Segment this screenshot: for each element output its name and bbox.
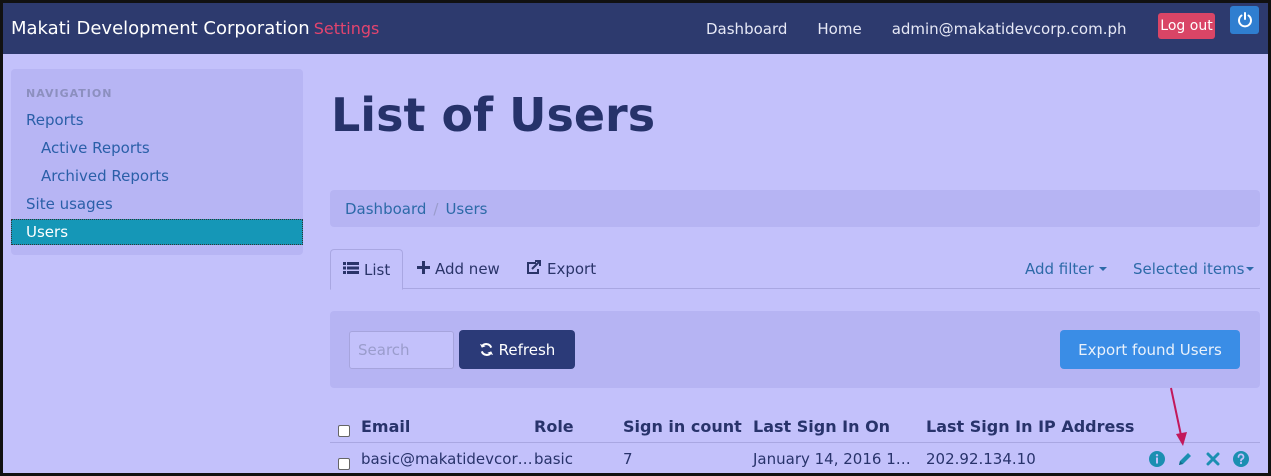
caret-down-icon [1098,267,1107,271]
selected-items-dropdown[interactable]: Selected items [1133,249,1254,289]
brand-subtitle: Settings [313,19,380,38]
column-header-email[interactable]: Email [361,417,410,436]
breadcrumb-users[interactable]: Users [445,200,487,218]
filter-bar: Refresh Export found Users [330,311,1260,388]
search-input[interactable] [349,331,454,369]
column-header-sign-in-count[interactable]: Sign in count [623,417,742,436]
cell-role: basic [534,450,573,468]
breadcrumb: Dashboard / Users [330,190,1260,227]
row-actions [1148,450,1250,468]
user-email-link[interactable]: admin@makatidevcorp.com.ph [892,20,1127,38]
page-title: List of Users [331,88,656,142]
breadcrumb-dashboard[interactable]: Dashboard [345,200,426,218]
table-header: Email Role Sign in count Last Sign In On… [330,413,1260,443]
info-icon[interactable] [1148,450,1166,468]
refresh-label: Refresh [498,340,556,359]
export-found-users-button[interactable]: Export found Users [1060,330,1240,369]
edit-pencil-icon[interactable] [1176,450,1194,468]
tab-add-new-label: Add new [435,260,500,278]
cell-last-sign-in-on: January 14, 2016 1… [753,450,911,468]
column-header-ip-address[interactable]: Last Sign In IP Address [926,417,1134,436]
top-navbar: Makati Development Corporation Settings D… [3,3,1268,54]
sidebar: NAVIGATION Reports Active Reports Archiv… [11,69,303,255]
column-header-role[interactable]: Role [534,417,574,436]
help-question-icon[interactable] [1232,450,1250,468]
export-icon [526,259,542,279]
cell-sign-in-count: 7 [623,450,633,468]
tab-list-label: List [364,260,391,279]
cell-email[interactable]: basic@makatidevcor… [361,450,533,468]
sidebar-item-users[interactable]: Users [11,219,303,245]
sidebar-item-reports[interactable]: Reports [26,111,84,129]
add-filter-dropdown[interactable]: Add filter [1025,249,1107,289]
top-nav: Dashboard Home admin@makatidevcorp.com.p… [706,3,1157,54]
cell-ip-address: 202.92.134.10 [926,450,1036,468]
sidebar-item-site-usages[interactable]: Site usages [26,195,113,213]
nav-home-link[interactable]: Home [817,20,861,38]
tab-add-new[interactable]: Add new [417,249,500,289]
tabs: List Add new Export Add filter Selected … [330,249,1260,290]
breadcrumb-separator: / [433,199,439,218]
nav-dashboard-link[interactable]: Dashboard [706,20,787,38]
tab-export-label: Export [547,260,597,278]
list-icon [343,261,359,279]
add-filter-label: Add filter [1025,260,1094,278]
tab-export[interactable]: Export [526,249,596,289]
plus-icon [417,260,430,278]
power-icon[interactable] [1230,6,1259,34]
tab-list[interactable]: List [330,249,404,290]
table-row: basic@makatidevcor… basic 7 January 14, … [330,444,1260,476]
selected-items-label: Selected items [1133,260,1245,278]
brand[interactable]: Makati Development Corporation Settings [11,18,379,39]
caret-down-icon [1245,267,1254,271]
delete-x-icon[interactable] [1204,450,1222,468]
annotation-arrow-icon [1170,387,1187,446]
logout-button[interactable]: Log out [1158,13,1215,39]
sidebar-item-archived-reports[interactable]: Archived Reports [41,167,169,185]
nav-header: NAVIGATION [26,87,113,100]
column-header-last-sign-in-on[interactable]: Last Sign In On [753,417,890,436]
row-checkbox[interactable] [338,458,350,470]
refresh-icon [479,342,494,357]
refresh-button[interactable]: Refresh [459,330,575,369]
sidebar-item-active-reports[interactable]: Active Reports [41,139,150,157]
brand-name: Makati Development Corporation [11,18,310,39]
select-all-checkbox[interactable] [338,425,350,437]
